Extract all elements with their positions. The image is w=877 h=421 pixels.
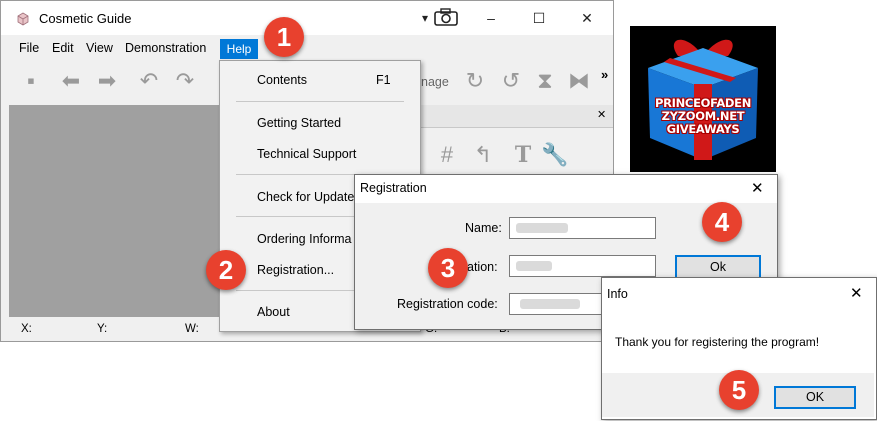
minimize-button[interactable]: – [471, 5, 511, 31]
organization-label: ation: [467, 260, 498, 274]
rotate-left-icon[interactable]: ↺ [497, 67, 525, 95]
menu-demonstration[interactable]: Demonstration [125, 41, 206, 55]
menu-view[interactable]: View [86, 41, 113, 55]
gift-line-1: PRINCEOFADEN [654, 96, 752, 110]
menu-item-getting-started[interactable]: Getting Started [257, 116, 341, 130]
registration-close-icon[interactable]: ✕ [751, 179, 764, 197]
status-w: W: [185, 323, 199, 335]
wrench-icon[interactable]: 🔧 [541, 141, 569, 169]
menu-file[interactable]: File [19, 41, 39, 55]
text-tool-icon[interactable]: T [509, 141, 537, 169]
info-message: Thank you for registering the program! [615, 335, 820, 349]
registration-code-field[interactable] [509, 293, 607, 315]
menu-item-contents-shortcut: F1 [376, 73, 391, 87]
camera-icon[interactable] [433, 7, 459, 27]
step-badge-2: 2 [206, 250, 246, 290]
info-title: Info [607, 287, 628, 301]
registration-ok-button[interactable]: Ok [675, 255, 761, 279]
menu-edit[interactable]: Edit [52, 41, 74, 55]
rotate-right-icon[interactable]: ↻ [461, 67, 489, 95]
grid-icon[interactable]: # [433, 141, 461, 169]
name-label: Name: [465, 221, 502, 235]
step-badge-5: 5 [719, 370, 759, 410]
maximize-button[interactable]: ☐ [519, 5, 559, 31]
forward-arrow-icon[interactable]: ➡ [93, 67, 121, 95]
undo-icon[interactable]: ↶ [135, 67, 163, 95]
gift-line-2: ZYZOOM.NET [661, 109, 745, 123]
step-badge-3: 3 [428, 248, 468, 288]
redacted-value [516, 223, 568, 233]
panel-close-icon[interactable]: ✕ [597, 108, 606, 121]
menu-item-about[interactable]: About [257, 305, 290, 319]
window-title: Cosmetic Guide [39, 11, 132, 26]
toolbar-image-label: nage [421, 75, 449, 89]
menu-item-ordering-information[interactable]: Ordering Informa [257, 232, 351, 246]
app-icon [17, 12, 29, 26]
menu-item-check-for-update[interactable]: Check for Update [257, 190, 354, 204]
name-field[interactable] [509, 217, 656, 239]
giveaway-gift-image: PRINCEOFADEN ZYZOOM.NET GIVEAWAYS [630, 26, 776, 172]
title-bar: Cosmetic Guide ▾ – ☐ ✕ [1, 1, 613, 35]
menu-item-registration[interactable]: Registration... [257, 263, 334, 277]
organization-field[interactable] [509, 255, 656, 277]
menu-item-technical-support[interactable]: Technical Support [257, 147, 356, 161]
step-badge-4: 4 [702, 202, 742, 242]
status-x: X: [21, 323, 32, 335]
back-arrow-icon[interactable]: ⬅ [57, 67, 85, 95]
tools-panel-header [421, 105, 613, 128]
info-ok-button[interactable]: OK [774, 386, 856, 409]
toolbar-overflow-icon[interactable]: » [601, 67, 608, 82]
menu-help[interactable]: Help [220, 39, 258, 59]
flip-horizontal-icon[interactable]: ⧓ [565, 67, 593, 95]
close-button[interactable]: ✕ [567, 5, 607, 31]
status-y: Y: [97, 323, 108, 335]
menu-item-contents[interactable]: Contents [257, 73, 307, 87]
redo-icon[interactable]: ↷ [171, 67, 199, 95]
registration-title: Registration [360, 181, 427, 195]
step-badge-1: 1 [264, 17, 304, 57]
redacted-value [516, 261, 552, 271]
info-close-icon[interactable]: ✕ [850, 284, 863, 302]
save-icon[interactable]: ▪ [17, 67, 45, 95]
flip-vertical-icon[interactable]: ⧗ [531, 67, 559, 95]
menu-separator [236, 101, 404, 102]
registration-code-label: Registration code: [397, 297, 498, 311]
return-arrow-icon[interactable]: ↰ [469, 141, 497, 169]
redacted-value [520, 299, 580, 309]
gift-line-3: GIVEAWAYS [666, 122, 740, 136]
